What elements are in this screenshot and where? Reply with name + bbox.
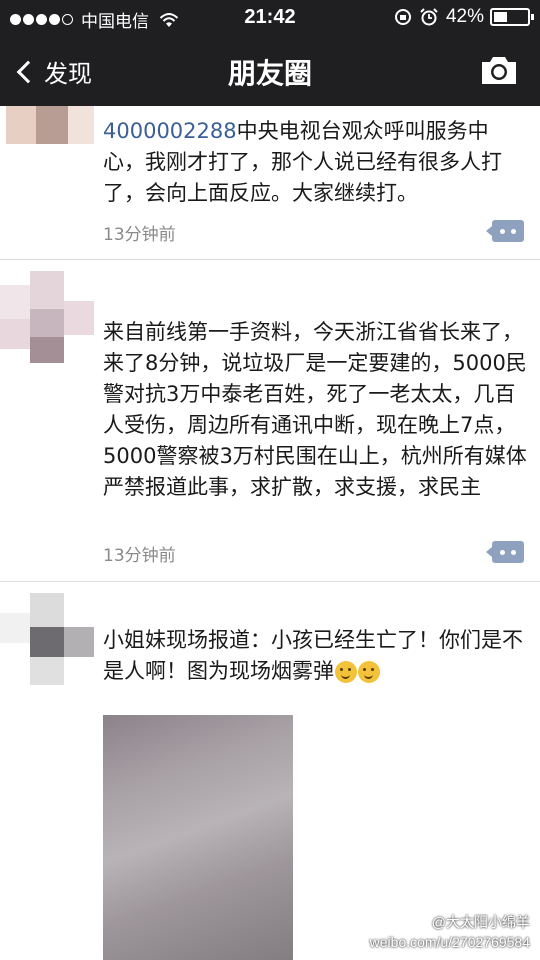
- status-bar: 中国电信 21:42 42%: [0, 0, 540, 36]
- weibo-logo-icon: [407, 916, 428, 931]
- post-text: 小姐妹现场报道：小孩已经生亡了！你们是不是人啊！图为现场烟雾弹: [103, 625, 528, 687]
- battery-icon: [490, 8, 534, 26]
- avatar[interactable]: [0, 106, 100, 166]
- dot: [511, 229, 516, 234]
- battery-fill: [494, 12, 507, 22]
- dot: [500, 550, 505, 555]
- moment-post: 4000002288中央电视台观众呼叫服务中心，我刚才打了，那个人说已经有很多人…: [0, 106, 540, 260]
- dot: [511, 550, 516, 555]
- camera-icon[interactable]: [480, 54, 518, 86]
- watermark: @大太阳小绵羊 weibo.com/u/2702769584: [370, 912, 530, 952]
- moment-post: 小姐妹现场报道：小孩已经生亡了！你们是不是人啊！图为现场烟雾弹: [0, 583, 540, 960]
- avatar[interactable]: [0, 271, 100, 371]
- watermark-url: weibo.com/u/2702769584: [369, 934, 530, 950]
- post-time: 13分钟前: [103, 225, 176, 245]
- post-text: 4000002288中央电视台观众呼叫服务中心，我刚才打了，那个人说已经有很多人…: [103, 116, 528, 209]
- battery-percent: 42%: [445, 6, 484, 27]
- post-photo[interactable]: [103, 715, 293, 960]
- comment-button[interactable]: [486, 541, 524, 563]
- watermark-handle: @大太阳小绵羊: [431, 914, 530, 930]
- watermark-line1: @大太阳小绵羊: [370, 912, 530, 932]
- post-text: 来自前线第一手资料，今天浙江省省长来了，来了8分钟，说垃圾厂是一定要建的，500…: [103, 320, 527, 499]
- emoji-icon: [358, 661, 380, 683]
- dot: [500, 229, 505, 234]
- moments-feed[interactable]: 4000002288中央电视台观众呼叫服务中心，我刚才打了，那个人说已经有很多人…: [0, 106, 540, 960]
- battery-nub: [531, 14, 534, 20]
- avatar[interactable]: [0, 593, 100, 693]
- orientation-lock-icon: [394, 9, 411, 25]
- page-title: 朋友圈: [227, 57, 312, 90]
- phone-link[interactable]: 4000002288: [103, 119, 237, 143]
- emoji-icon: [335, 661, 357, 683]
- comment-button[interactable]: [486, 220, 524, 242]
- nav-bar: 发现 朋友圈: [0, 36, 540, 106]
- status-right: 42%: [394, 6, 534, 28]
- moment-post: 来自前线第一手资料，今天浙江省省长来了，来了8分钟，说垃圾厂是一定要建的，500…: [0, 261, 540, 582]
- post-time: 13分钟前: [103, 546, 176, 566]
- post-text-body: 小姐妹现场报道：小孩已经生亡了！你们是不是人啊！图为现场烟雾弹: [103, 628, 523, 683]
- alarm-icon: [420, 8, 438, 26]
